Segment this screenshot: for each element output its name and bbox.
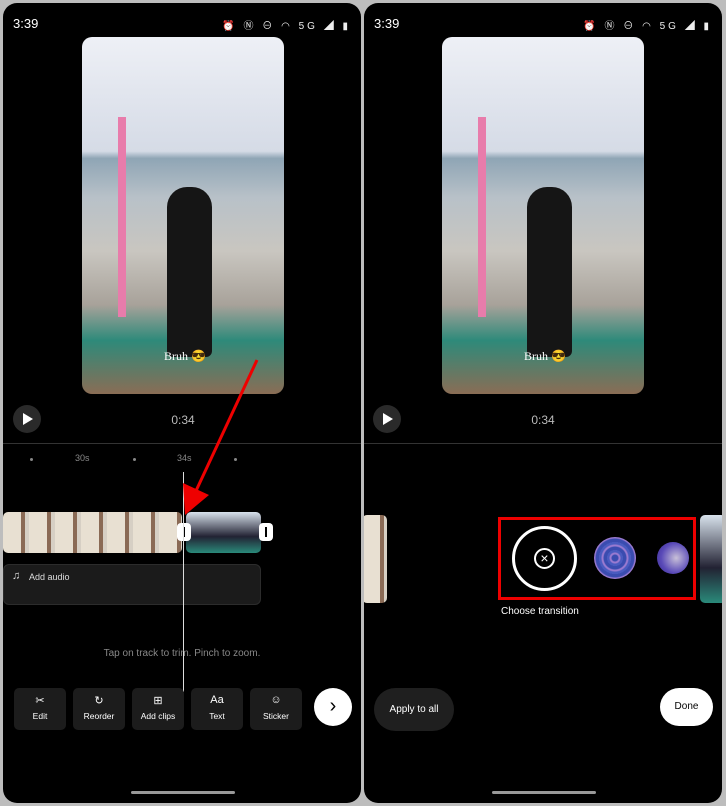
close-circle-icon: × [534,548,555,569]
transition-rings[interactable] [594,537,636,579]
divider [364,443,722,444]
apply-to-all-button[interactable]: Apply to all [374,688,454,731]
home-indicator[interactable] [492,791,596,794]
previous-clip-thumb[interactable] [364,515,387,603]
play-button[interactable] [373,405,401,433]
status-bar: 3:39 ⏰ Ⓝ ⊖ ◠ 5G ◢ ▮ [364,15,722,35]
arrow-shaft [193,359,259,494]
transition-none[interactable]: × [512,526,577,591]
status-time: 3:39 [374,16,400,31]
choose-transition-label: Choose transition [501,606,579,617]
status-icons: ⏰ Ⓝ ⊖ ◠ 5G ◢ ▮ [583,21,712,32]
annotation-arrow [183,359,259,515]
video-preview[interactable]: Bruh 😎 [442,37,644,394]
duration: 0:34 [531,413,555,427]
left-screen: 3:39 ⏰ Ⓝ ⊖ ◠ 5G ◢ ▮ Bruh 😎 0:34 30s 34s … [3,3,361,803]
next-clip-thumb[interactable] [700,515,722,603]
transition-blur[interactable] [657,542,689,574]
home-indicator[interactable] [131,791,235,794]
done-button[interactable]: Done [660,688,713,726]
video-caption: Bruh 😎 [524,349,566,363]
right-screen: 3:39 ⏰ Ⓝ ⊖ ◠ 5G ◢ ▮ Bruh 😎 0:34 × Choose… [364,3,722,803]
video-subject [527,187,572,357]
video-pole [478,117,486,317]
